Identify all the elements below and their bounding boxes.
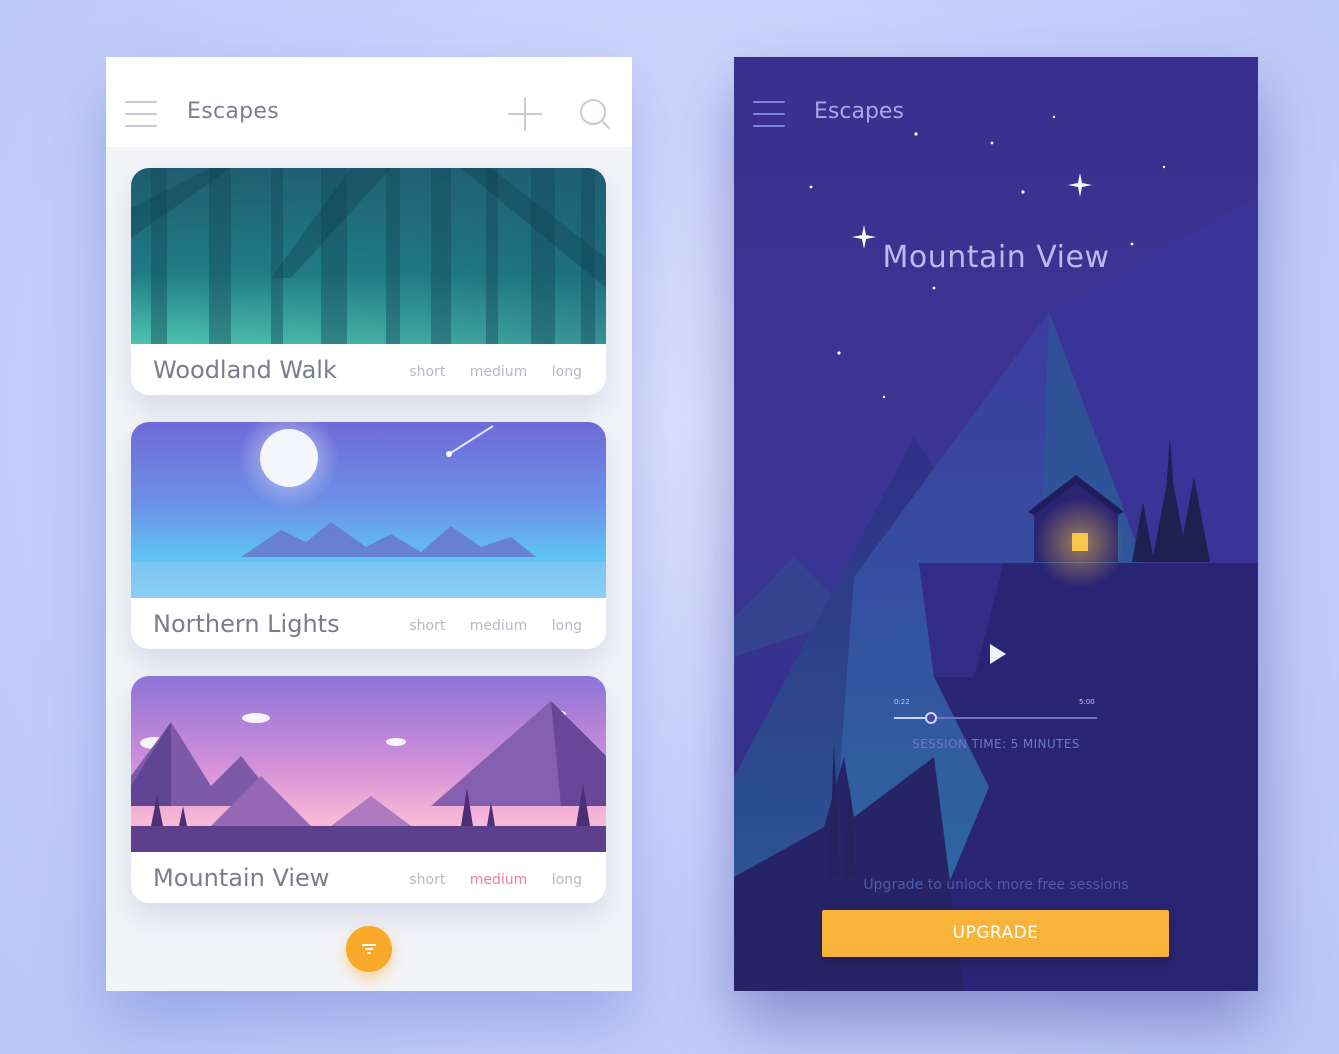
duration-long[interactable]: long <box>552 872 582 888</box>
night-mountain-scene <box>734 57 1258 991</box>
mountain-view-player-screen: Escapes Mountain View 0:22 5:00 SESSION … <box>734 57 1258 991</box>
duration-options: short medium long <box>389 364 582 380</box>
duration-medium[interactable]: medium <box>470 364 528 380</box>
duration-medium[interactable]: medium <box>470 618 528 634</box>
plus-icon[interactable] <box>508 97 542 131</box>
card-title: Woodland Walk <box>153 356 337 384</box>
session-time-label: SESSION TIME: 5 MINUTES <box>912 737 1080 751</box>
escape-card-northern-lights[interactable]: Northern Lights short medium long <box>131 422 606 649</box>
filter-icon <box>362 944 376 954</box>
duration-long[interactable]: long <box>552 364 582 380</box>
escape-card-woodland-walk[interactable]: Woodland Walk short medium long <box>131 168 606 395</box>
total-time: 5:00 <box>1079 698 1095 706</box>
mountain-illustration <box>131 676 606 852</box>
elapsed-time: 0:22 <box>894 698 910 706</box>
duration-long[interactable]: long <box>552 618 582 634</box>
app-title: Escapes <box>187 99 280 124</box>
duration-options: short medium long <box>389 872 582 888</box>
search-icon[interactable] <box>578 97 612 131</box>
upgrade-prompt: Upgrade to unlock more free sessions <box>863 877 1129 893</box>
northern-lights-illustration <box>131 422 606 598</box>
app-title: Escapes <box>814 99 904 124</box>
progress-thumb[interactable] <box>925 712 937 724</box>
session-progress-slider[interactable] <box>894 712 1097 724</box>
escapes-list-screen: Escapes Woodland Walk short medium long … <box>106 57 632 991</box>
duration-medium[interactable]: medium <box>470 872 528 888</box>
play-icon[interactable] <box>984 640 1010 668</box>
card-title: Mountain View <box>153 864 330 892</box>
woodland-illustration <box>131 168 606 344</box>
duration-short[interactable]: short <box>409 618 445 634</box>
app-bar: Escapes <box>106 57 632 147</box>
filter-button[interactable] <box>346 926 392 972</box>
upgrade-button[interactable]: UPGRADE <box>822 910 1169 957</box>
card-title: Northern Lights <box>153 610 340 638</box>
duration-options: short medium long <box>389 618 582 634</box>
menu-icon[interactable] <box>125 101 157 127</box>
duration-short[interactable]: short <box>409 364 445 380</box>
menu-icon[interactable] <box>753 101 785 127</box>
scene-title: Mountain View <box>882 240 1110 275</box>
duration-short[interactable]: short <box>409 872 445 888</box>
escape-card-mountain-view[interactable]: Mountain View short medium long <box>131 676 606 903</box>
